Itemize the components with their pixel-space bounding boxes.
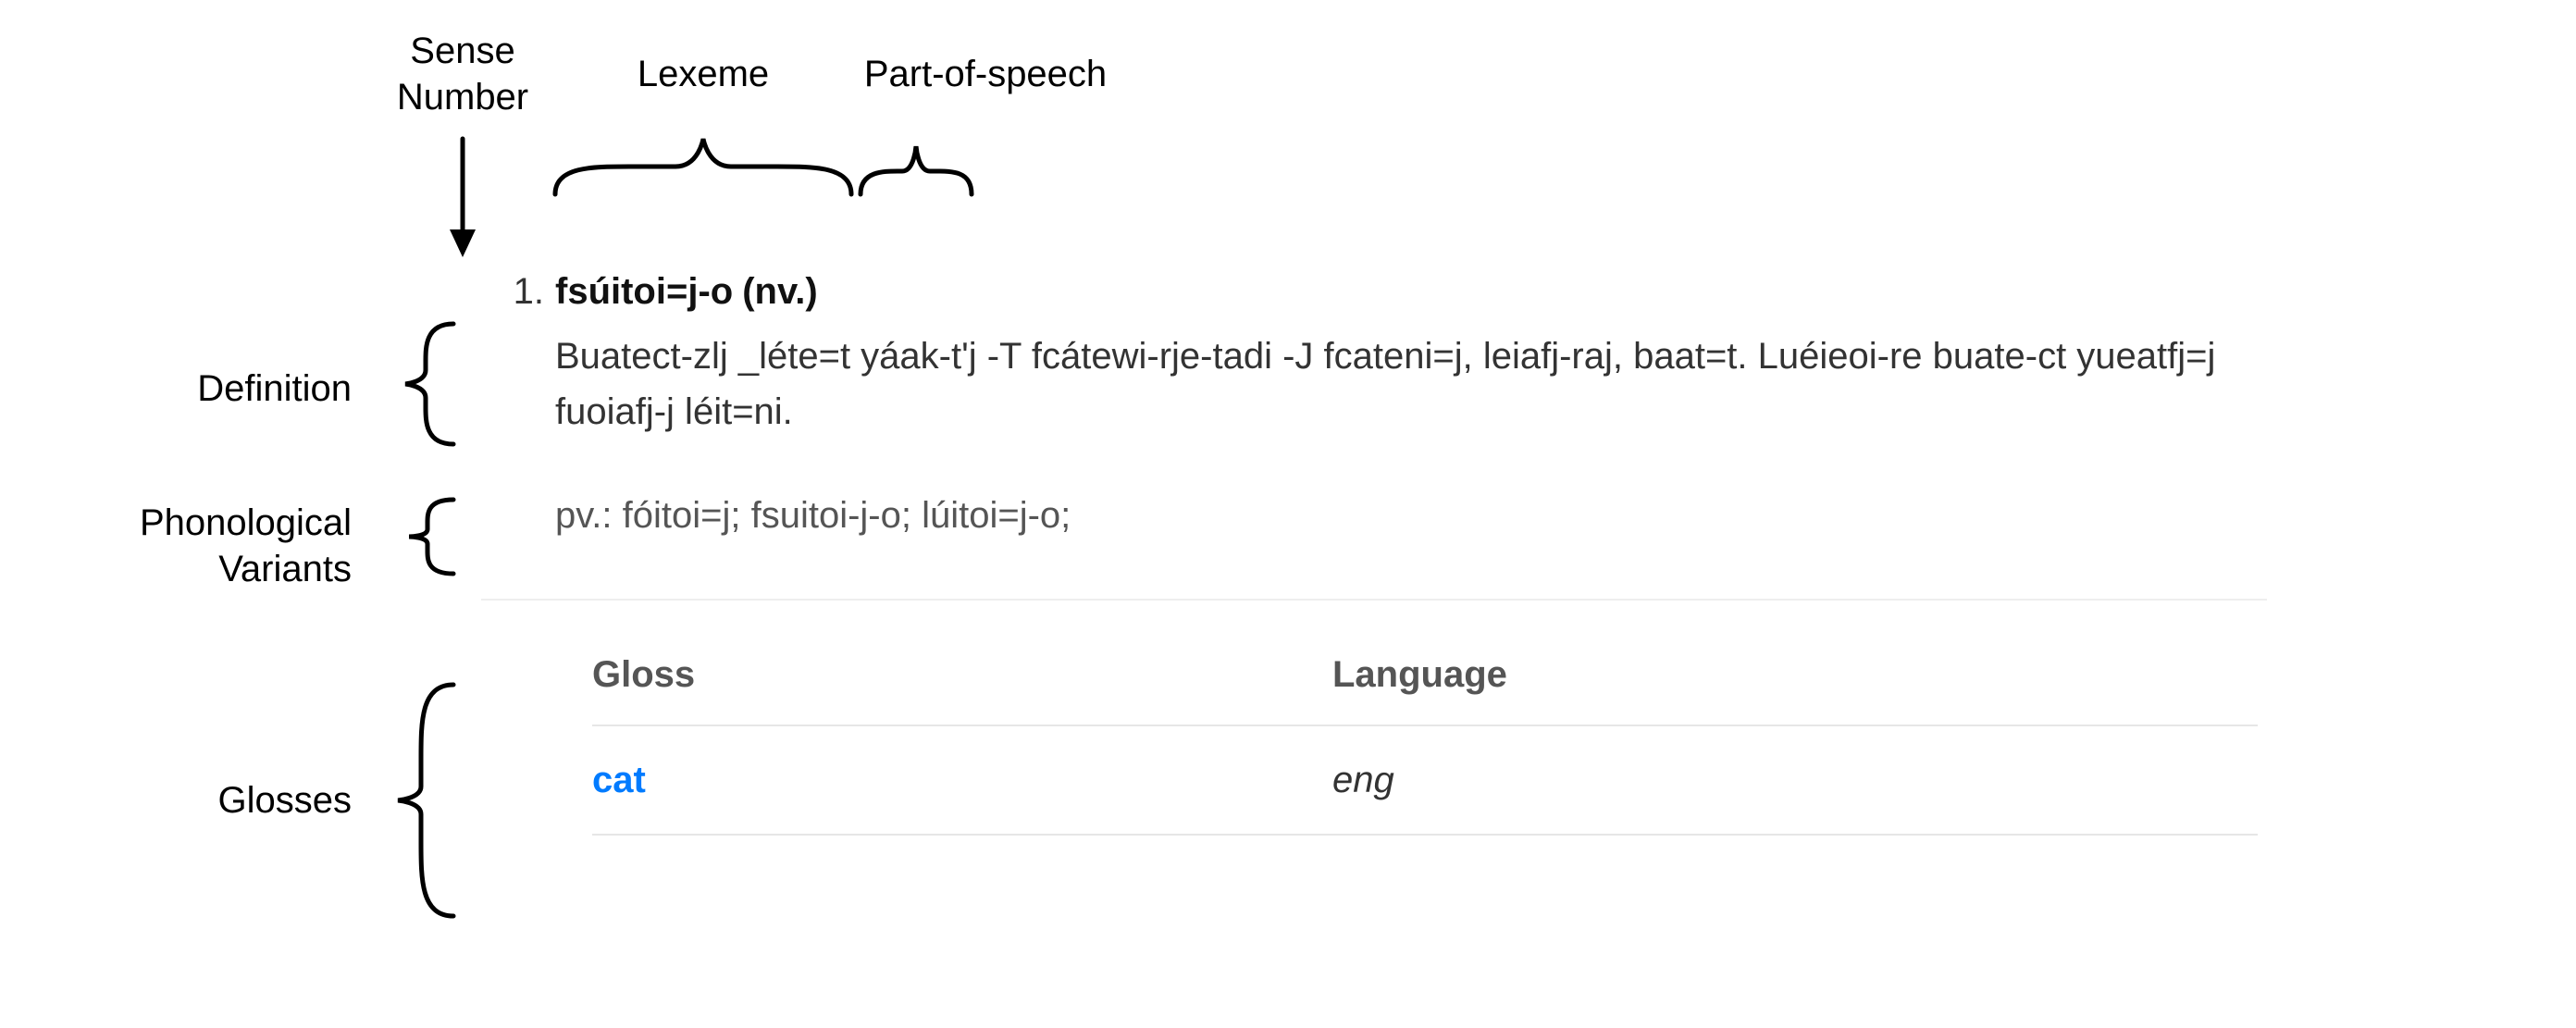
anno-pos: Part-of-speech	[833, 51, 1138, 97]
brace-glosses	[398, 685, 453, 916]
gloss-table-row: cat eng	[592, 726, 2258, 834]
anno-definition: Definition	[111, 365, 352, 412]
gloss-cell-language: eng	[1332, 752, 2258, 808]
brace-lexeme	[555, 139, 851, 194]
lexeme-text: fsúitoi=j-o	[555, 264, 733, 319]
anno-phon-var: Phonological Variants	[93, 500, 352, 592]
arrow-sense-number	[450, 139, 476, 257]
anno-glosses: Glosses	[139, 777, 352, 824]
definition-text: Buatect-zlj _léte=t yáak-t'j -T fcátewi-…	[555, 328, 2248, 440]
anno-sense-number-text: Sense Number	[397, 31, 528, 118]
anno-lexeme-text: Lexeme	[638, 54, 769, 94]
brace-definition	[405, 324, 453, 444]
gloss-table-rule-bottom	[592, 834, 2258, 836]
gloss-table-header: Gloss Language	[592, 647, 2258, 725]
sense-number: 1.	[481, 264, 555, 319]
pos-text: (nv.)	[742, 264, 817, 319]
gloss-header-gloss: Gloss	[592, 647, 1332, 702]
diagram-canvas: Sense Number Lexeme Part-of-speech Defin…	[0, 0, 2576, 1028]
entry-head-row: 1. fsúitoi=j-o (nv.)	[481, 264, 2267, 319]
divider	[481, 599, 2267, 601]
brace-phon-var	[409, 500, 453, 574]
phonological-variants-text: pv.: fóitoi=j; fsuitoi-j-o; lúitoi=j-o;	[555, 488, 2267, 543]
anno-glosses-text: Glosses	[218, 780, 353, 821]
brace-pos	[861, 146, 972, 194]
gloss-table: Gloss Language cat eng	[592, 647, 2258, 836]
gloss-header-language: Language	[1332, 647, 2258, 702]
anno-pos-text: Part-of-speech	[864, 54, 1107, 94]
dictionary-entry: 1. fsúitoi=j-o (nv.) Buatect-zlj _léte=t…	[481, 264, 2267, 836]
anno-phon-var-text: Phonological Variants	[140, 502, 352, 589]
anno-sense-number: Sense Number	[352, 28, 574, 120]
anno-definition-text: Definition	[197, 368, 352, 409]
anno-lexeme: Lexeme	[601, 51, 805, 97]
gloss-cell-gloss[interactable]: cat	[592, 752, 1332, 808]
